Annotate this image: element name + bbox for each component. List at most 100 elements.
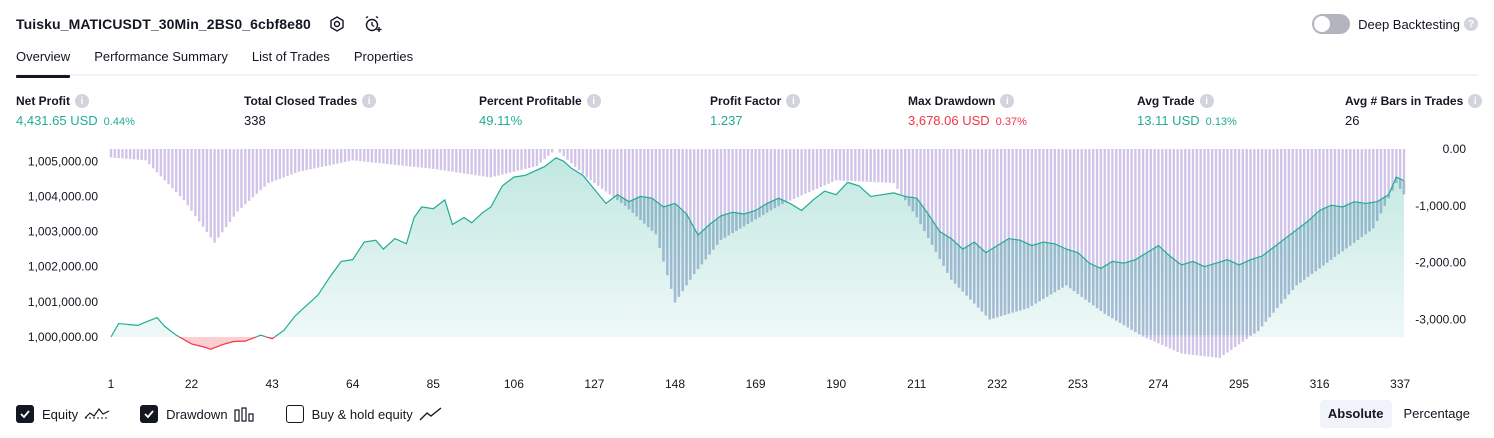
drawdown-bar	[167, 149, 170, 185]
drawdown-bar	[531, 149, 535, 167]
buy-hold-checkbox[interactable]	[285, 405, 304, 423]
drawdown-bar	[497, 149, 500, 176]
drawdown-bar	[819, 149, 823, 188]
deep-backtesting: Deep Backtesting ?	[1312, 12, 1478, 36]
drawdown-bar	[516, 149, 519, 171]
y-left-tick-label: 1,005,000.00	[28, 154, 98, 168]
info-icon[interactable]: i	[1199, 94, 1214, 108]
drawdown-bar	[547, 149, 550, 156]
drawdown-bar	[412, 149, 416, 167]
deep-backtesting-toggle[interactable]	[1312, 14, 1351, 34]
equity-label: Equity	[42, 406, 79, 422]
drawdown-bar	[877, 149, 880, 183]
metric-label: Net Profit	[16, 94, 70, 108]
drawdown-bar	[857, 149, 861, 182]
drawdown-bar	[493, 149, 496, 177]
drawdown-bar	[144, 149, 147, 161]
x-tick-label: 22	[185, 377, 199, 391]
absolute-button[interactable]: Absolute	[1319, 400, 1392, 428]
info-icon[interactable]: i	[362, 94, 377, 108]
drawdown-bar	[777, 149, 780, 206]
drawdown-bar	[382, 149, 385, 164]
x-tick-label: 253	[1068, 377, 1088, 391]
drawdown-bar	[374, 149, 377, 163]
drawdown-bar	[508, 149, 512, 173]
drawdown-bar	[148, 149, 151, 165]
drawdown-bar	[416, 149, 420, 168]
buy-hold-line-icon	[419, 407, 442, 421]
strategy-header: Tuisku_MATICUSDT_30Min_2BS0_6cbf8e80	[16, 12, 383, 36]
legend-equity[interactable]: Equity	[16, 405, 110, 423]
drawdown-bar	[577, 149, 581, 171]
drawdown-bar	[278, 149, 282, 179]
drawdown-bar	[796, 149, 799, 198]
drawdown-bar	[320, 149, 324, 167]
equity-chart[interactable]: 1,005,000.00 1,004,000.00 1,003,000.00 1,00…	[0, 140, 1494, 395]
tab-properties[interactable]: Properties	[354, 46, 413, 76]
drawdown-bar	[290, 149, 293, 175]
x-tick-label: 85	[427, 377, 441, 391]
drawdown-bar	[785, 149, 788, 203]
drawdown-bar	[198, 149, 201, 222]
settings-icon[interactable]	[327, 14, 347, 34]
drawdown-bar	[386, 149, 389, 165]
info-icon[interactable]: i	[1000, 94, 1015, 108]
info-icon[interactable]: i	[75, 94, 89, 108]
deep-backtesting-label: Deep Backtesting	[1358, 16, 1460, 32]
equity-checkbox[interactable]	[16, 405, 34, 423]
drawdown-bar	[175, 149, 178, 193]
metric-label: Avg # Bars in Trades	[1345, 94, 1464, 108]
tab-list-of-trades[interactable]: List of Trades	[252, 46, 330, 76]
drawdown-bar	[389, 149, 393, 165]
legend-buy-hold[interactable]: Buy & hold equity	[285, 405, 443, 423]
metric-label: Profit Factor	[710, 94, 782, 108]
drawdown-bar	[236, 149, 239, 212]
drawdown-bar	[286, 149, 289, 176]
legend-drawdown[interactable]: Drawdown	[140, 405, 255, 423]
y-right-tick-label: -3,000.00	[1415, 312, 1466, 326]
metric-value: 4,431.65 USD	[16, 113, 98, 128]
x-axis: 1 22 43 64 85 106 127 148 169 190 211 232 253 274 295 3…	[108, 377, 1411, 391]
drawdown-bar	[428, 149, 431, 169]
info-icon[interactable]: i	[1468, 94, 1483, 108]
drawdown-bar	[574, 149, 577, 167]
x-tick-label: 316	[1310, 377, 1330, 391]
drawdown-bar	[600, 149, 604, 189]
tab-performance-summary[interactable]: Performance Summary	[94, 46, 228, 76]
y-left-tick-label: 1,000,000.00	[28, 330, 98, 344]
percentage-button[interactable]: Percentage	[1396, 400, 1479, 428]
drawdown-bar	[378, 149, 381, 164]
drawdown-bar	[171, 149, 174, 189]
add-alert-icon[interactable]	[363, 14, 383, 34]
drawdown-bar	[792, 149, 796, 199]
equity-line-icon	[84, 408, 110, 419]
metric-percent-profitable: Percent Profitable i 49.11%	[479, 93, 601, 128]
metric-label: Total Closed Trades	[244, 94, 358, 108]
drawdown-bar	[501, 149, 504, 175]
drawdown-bar	[512, 149, 516, 172]
drawdown-bar	[904, 149, 907, 201]
metric-label: Percent Profitable	[479, 94, 582, 108]
y-left-tick-label: 1,002,000.00	[28, 260, 98, 274]
drawdown-checkbox[interactable]	[140, 405, 159, 423]
drawdown-bar	[332, 149, 335, 165]
help-icon[interactable]: ?	[1464, 17, 1478, 31]
drawdown-bar	[152, 149, 155, 169]
drawdown-label: Drawdown	[166, 406, 228, 422]
drawdown-bar	[340, 149, 343, 163]
x-tick-label: 211	[907, 377, 926, 391]
y-right-tick-label: 0.00	[1443, 142, 1467, 156]
drawdown-bar	[393, 149, 397, 165]
drawdown-bar	[186, 149, 189, 206]
info-icon[interactable]: i	[586, 94, 601, 108]
tab-overview[interactable]: Overview	[16, 46, 71, 78]
drawdown-bar	[804, 149, 807, 194]
x-tick-label: 337	[1390, 377, 1410, 391]
drawdown-bar	[616, 149, 619, 201]
metric-value: 49.11%	[479, 113, 523, 128]
info-icon[interactable]: i	[786, 94, 801, 108]
drawdown-bar	[589, 149, 592, 181]
drawdown-bar	[435, 149, 439, 170]
drawdown-bar	[244, 149, 247, 205]
drawdown-bar	[405, 149, 408, 167]
